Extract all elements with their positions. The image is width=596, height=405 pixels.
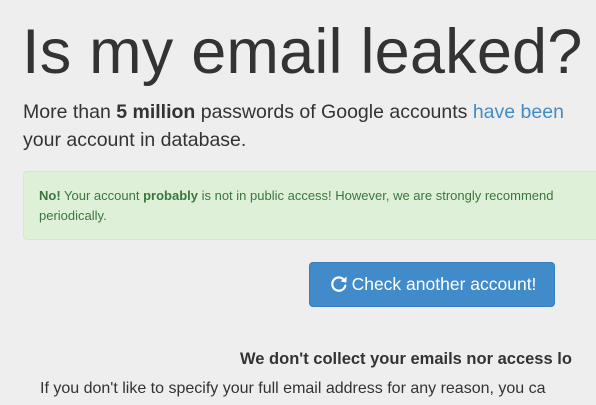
success-alert: No! Your account probably is not in publ… [23,171,596,240]
check-another-account-label: Check another account! [351,274,537,294]
alert-text-2: is not in public access! However, we are… [197,188,554,203]
alert-line-2: periodically. [39,207,107,223]
lead-paragraph: More than 5 million passwords of Google … [23,98,596,154]
have-been-link[interactable]: have been [473,101,564,123]
refresh-icon [330,266,348,309]
privacy-text: If you don't like to specify your full e… [40,380,546,397]
page-title: Is my email leaked? [22,17,583,87]
lead-line-2: your account in database. [23,129,247,151]
page: Is my email leaked? More than 5 million … [0,0,596,405]
alert-line-1: No! Your account probably is not in publ… [39,186,596,206]
lead-emphasis: 5 million [116,101,196,123]
alert-no-label: No! [39,188,61,203]
alert-text-1: Your account [60,188,144,203]
lead-text-before: More than [23,101,117,123]
alert-probably: probably [143,188,198,203]
privacy-heading: We don't collect your emails nor access … [240,350,572,368]
check-another-account-button[interactable]: Check another account! [309,262,555,307]
lead-text-after: passwords of Google accounts [195,101,473,123]
